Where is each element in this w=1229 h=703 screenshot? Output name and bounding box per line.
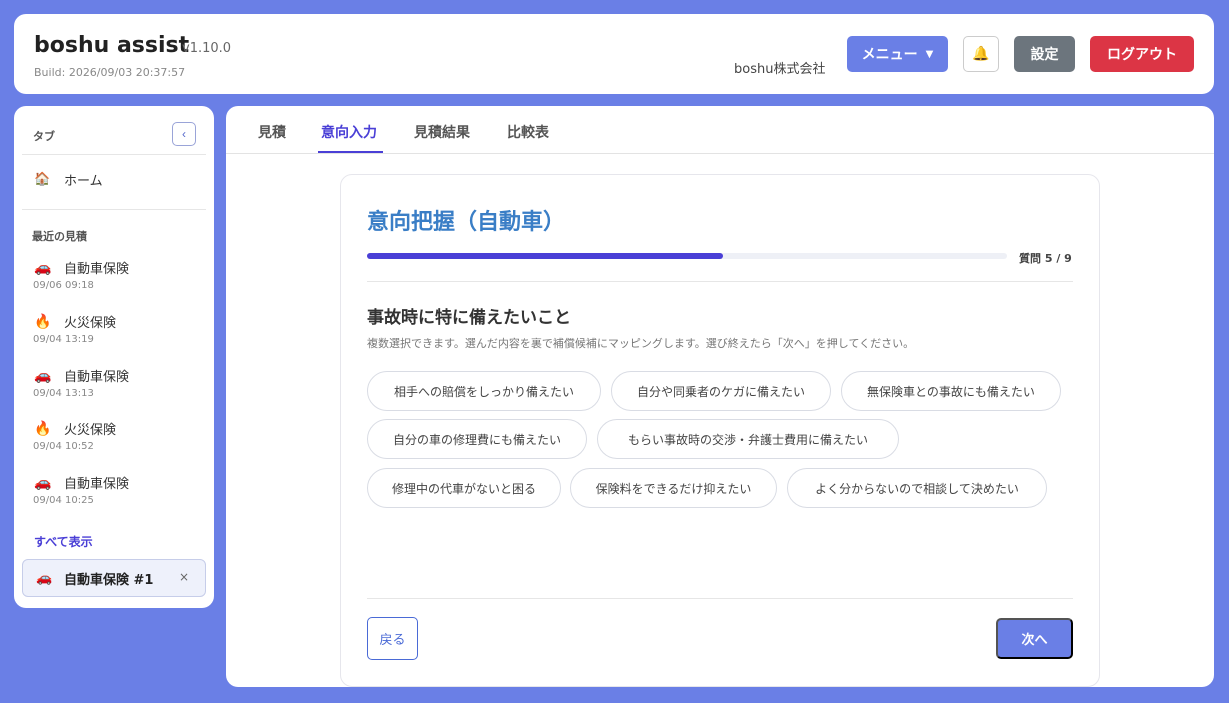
recent-item-label: 自動車保険 — [64, 477, 130, 492]
caret-down-icon: ▼ — [925, 48, 934, 60]
option-chip[interactable]: 修理中の代車がないと困る — [367, 468, 561, 508]
card-divider — [367, 598, 1073, 599]
active-tab-indicator — [318, 151, 383, 153]
recent-item[interactable]: 🚗 自動車保険 09/04 10:25 — [33, 473, 204, 507]
recent-item-label: 自動車保険 — [64, 370, 130, 385]
tab-intention-input[interactable]: 意向入力 — [321, 122, 377, 142]
tab-bar: 見積 意向入力 見積結果 比較表 — [226, 106, 1214, 154]
tab-comparison[interactable]: 比較表 — [507, 122, 549, 142]
option-chip[interactable]: 保険料をできるだけ抑えたい — [570, 468, 777, 508]
settings-button[interactable]: 設定 — [1014, 36, 1075, 72]
recent-item-time: 09/04 13:19 — [33, 334, 94, 345]
tab-estimate[interactable]: 見積 — [258, 122, 286, 142]
menu-button-label: メニュー — [861, 47, 918, 63]
chevron-left-icon: ‹ — [182, 127, 186, 141]
recent-item-time: 09/06 09:18 — [33, 280, 94, 291]
recent-item-label: 自動車保険 — [64, 262, 130, 277]
recent-item[interactable]: 🚗 自動車保険 09/06 09:18 — [33, 258, 204, 292]
sidebar-heading: タブ — [33, 130, 55, 143]
recent-item[interactable]: 🔥 火災保険 09/04 13:19 — [33, 312, 204, 346]
open-tab-label: 自動車保険 #1 — [64, 572, 154, 588]
recent-item[interactable]: 🚗 自動車保険 09/04 13:13 — [33, 366, 204, 400]
sidebar: タブ ‹ 🏠 ホーム 最近の見積 🚗 自動車保険 09/06 09:18 🔥 火… — [14, 106, 214, 608]
question-card: 意向把握（自動車） 質問 5 / 9 事故時に特に備えたいこと 複数選択できます… — [340, 174, 1100, 687]
option-chip[interactable]: 無保険車との事故にも備えたい — [841, 371, 1061, 411]
recent-item-label: 火災保険 — [64, 316, 117, 331]
question-description: 複数選択できます。選んだ内容を裏で補償候補にマッピングします。選び終えたら「次へ… — [367, 337, 915, 350]
recent-heading: 最近の見積 — [32, 230, 87, 243]
open-tab-auto-1[interactable]: 🚗 自動車保険 #1 × — [22, 559, 206, 597]
progress-text: 質問 5 / 9 — [1019, 252, 1072, 265]
app-title: boshu assist — [34, 33, 190, 58]
car-icon: 🚗 — [34, 367, 52, 384]
card-divider — [367, 281, 1073, 282]
back-button[interactable]: 戻る — [367, 617, 418, 660]
fire-icon: 🔥 — [34, 313, 52, 330]
logout-button[interactable]: ログアウト — [1090, 36, 1194, 72]
option-chip[interactable]: 自分や同乗者のケガに備えたい — [611, 371, 831, 411]
show-all-link[interactable]: すべて表示 — [34, 533, 93, 550]
sidebar-collapse-button[interactable]: ‹ — [172, 122, 196, 146]
recent-item-time: 09/04 10:25 — [33, 495, 94, 506]
app-version: v1.10.0 — [182, 41, 232, 56]
sidebar-divider — [22, 154, 206, 155]
notification-button[interactable]: 🔔 — [963, 36, 999, 72]
company-name: boshu株式会社 — [734, 62, 826, 77]
recent-item-label: 火災保険 — [64, 423, 117, 438]
option-chip[interactable]: よく分からないので相談して決めたい — [787, 468, 1047, 508]
car-icon: 🚗 — [34, 259, 52, 276]
option-chip[interactable]: 自分の車の修理費にも備えたい — [367, 419, 587, 459]
bell-icon: 🔔 — [972, 46, 990, 62]
build-info: Build: 2026/09/03 20:37:57 — [34, 66, 186, 79]
home-icon: 🏠 — [34, 172, 51, 187]
recent-item[interactable]: 🔥 火災保険 09/04 10:52 — [33, 419, 204, 453]
next-button[interactable]: 次へ — [996, 618, 1073, 659]
car-icon: 🚗 — [36, 570, 53, 586]
menu-button[interactable]: メニュー ▼ — [847, 36, 948, 72]
sidebar-item-home[interactable]: 🏠 ホーム — [34, 170, 103, 189]
progress-bar — [367, 253, 1007, 259]
card-title: 意向把握（自動車） — [367, 210, 566, 235]
sidebar-item-label: ホーム — [64, 174, 103, 189]
recent-item-time: 09/04 10:52 — [33, 441, 94, 452]
main-panel: 見積 意向入力 見積結果 比較表 意向把握（自動車） 質問 5 / 9 事故時に… — [226, 106, 1214, 687]
option-chip[interactable]: もらい事故時の交渉・弁護士費用に備えたい — [597, 419, 899, 459]
recent-item-time: 09/04 13:13 — [33, 388, 94, 399]
progress-bar-fill — [367, 253, 723, 259]
sidebar-divider — [22, 209, 206, 210]
option-chip[interactable]: 相手への賠償をしっかり備えたい — [367, 371, 601, 411]
car-icon: 🚗 — [34, 474, 52, 491]
close-icon[interactable]: × — [179, 570, 189, 584]
app-header: boshu assist v1.10.0 Build: 2026/09/03 2… — [14, 14, 1214, 94]
tab-estimate-result[interactable]: 見積結果 — [414, 122, 470, 142]
question-title: 事故時に特に備えたいこと — [367, 308, 571, 328]
fire-icon: 🔥 — [34, 420, 52, 437]
